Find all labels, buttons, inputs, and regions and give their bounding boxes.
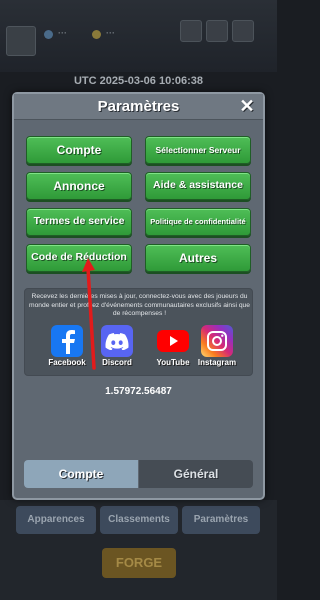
menu-square-1 (180, 20, 202, 42)
settings-dialog: Paramètres ✕ Compte Sélectionner Serveur… (12, 92, 265, 500)
autres-button[interactable]: Autres (145, 244, 251, 272)
instagram-label: Instagram (197, 358, 237, 367)
politique-button[interactable]: Politique de confidentialité (145, 208, 251, 236)
instagram-icon (201, 325, 233, 357)
discord-link[interactable]: Discord (97, 325, 137, 369)
forge-button: FORGE (102, 548, 176, 578)
youtube-icon (157, 325, 189, 357)
dialog-tabs: Compte Général (24, 460, 253, 488)
annonce-button[interactable]: Annonce (26, 172, 132, 200)
facebook-link[interactable]: Facebook (47, 325, 87, 369)
game-header: ··· ··· (0, 0, 277, 72)
player-avatar (6, 26, 36, 56)
nav-classements: Classements (100, 506, 178, 534)
dialog-header: Paramètres ✕ (14, 94, 263, 120)
gem-icon (44, 30, 53, 39)
tab-compte[interactable]: Compte (24, 460, 138, 488)
dialog-title: Paramètres (97, 98, 180, 115)
code-reduction-button[interactable]: Code de Réduction (26, 244, 132, 272)
youtube-link[interactable]: YouTube (153, 325, 193, 369)
facebook-icon (51, 325, 83, 357)
social-description: Recevez les dernières mises à jour, conn… (29, 293, 250, 317)
close-icon[interactable]: ✕ (237, 96, 257, 116)
discord-icon (101, 325, 133, 357)
version-number: 1.57972.56487 (105, 386, 172, 397)
instagram-link[interactable]: Instagram (197, 325, 237, 369)
discord-label: Discord (102, 358, 132, 367)
nav-apparences: Apparences (16, 506, 96, 534)
select-server-button[interactable]: Sélectionner Serveur (145, 136, 251, 164)
coin-count: ··· (106, 28, 115, 38)
aide-assistance-button[interactable]: Aide & assistance (145, 172, 251, 200)
social-panel: Recevez les dernières mises à jour, conn… (24, 288, 253, 376)
compte-button[interactable]: Compte (26, 136, 132, 164)
nav-parametres: Paramètres (182, 506, 260, 534)
gem-count: ··· (58, 28, 67, 38)
termes-service-button[interactable]: Termes de service (26, 208, 132, 236)
tab-general[interactable]: Général (139, 460, 253, 488)
utc-clock: UTC 2025-03-06 10:06:38 (73, 75, 204, 87)
coin-icon (92, 30, 101, 39)
facebook-label: Facebook (48, 358, 86, 367)
menu-square-3 (232, 20, 254, 42)
menu-square-2 (206, 20, 228, 42)
